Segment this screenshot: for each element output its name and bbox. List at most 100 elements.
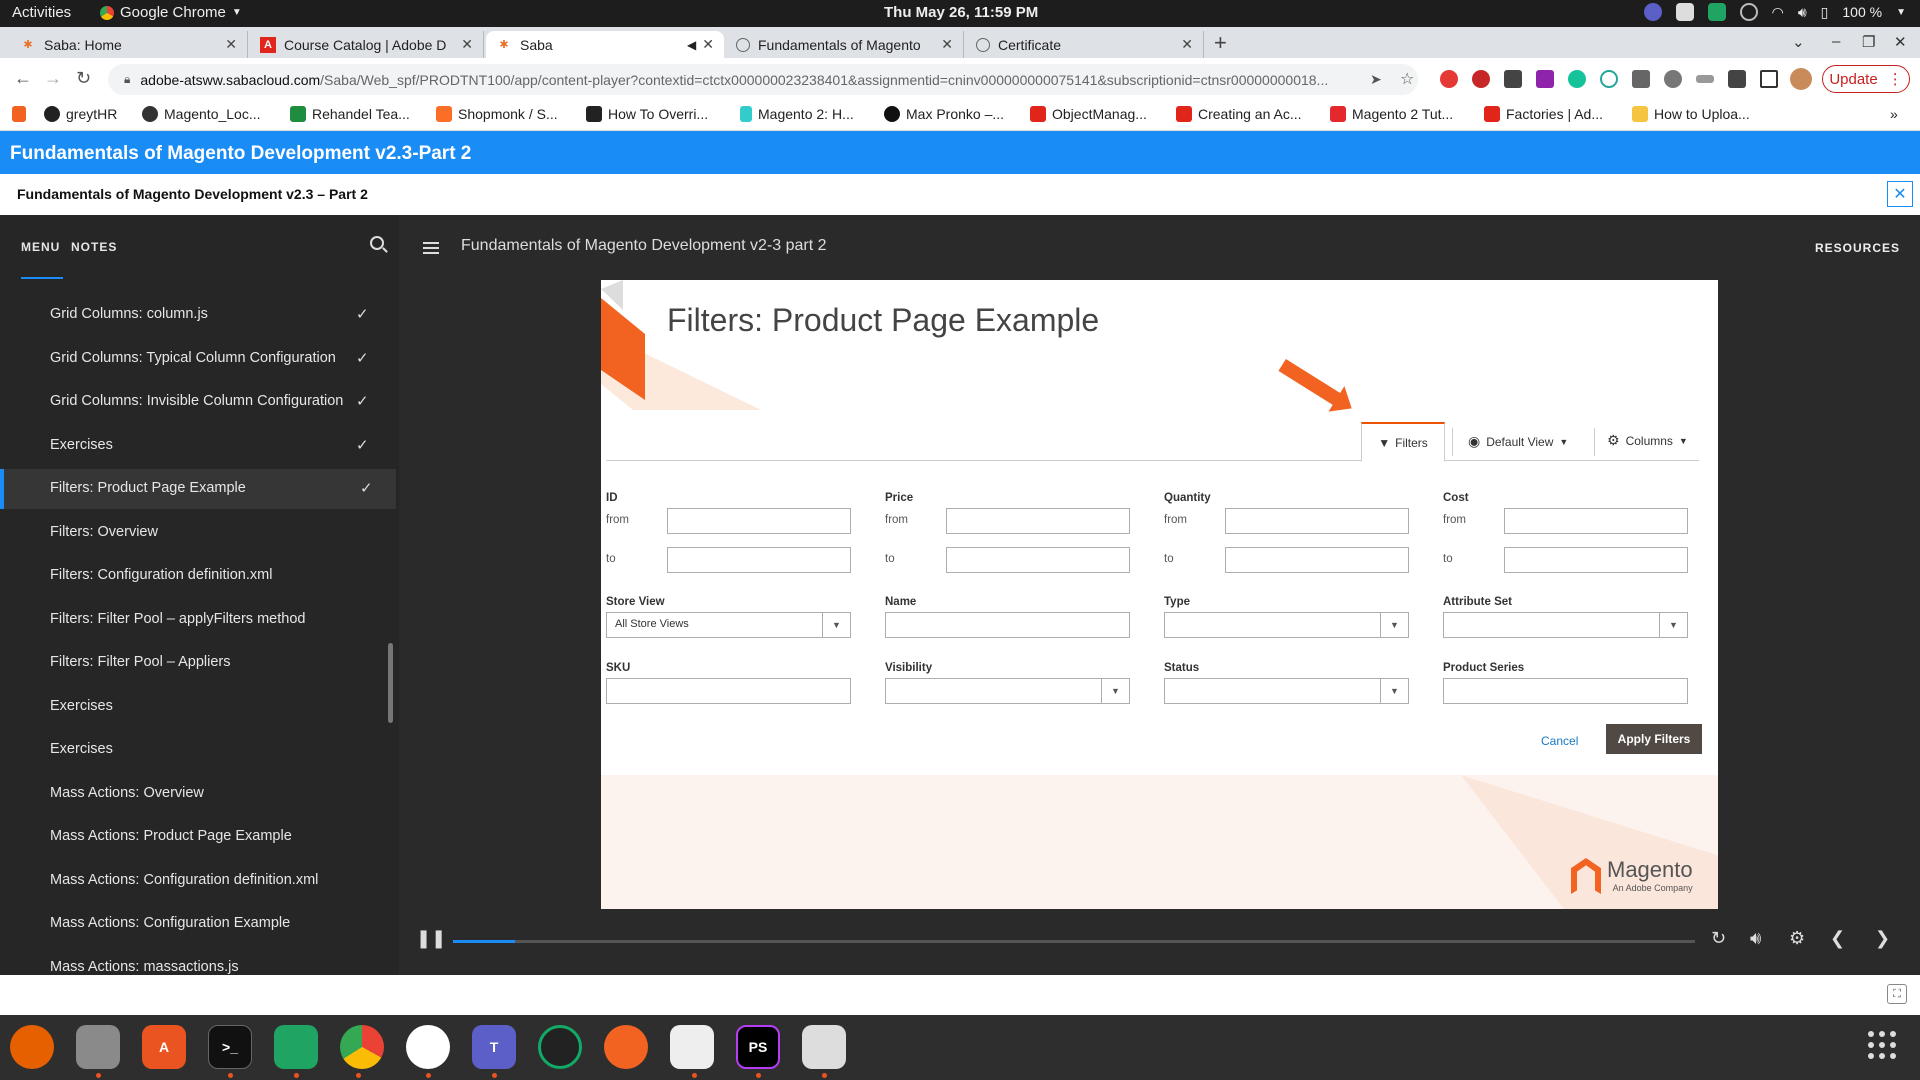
extension-icon[interactable] bbox=[1664, 70, 1682, 88]
screenshot-tool-icon[interactable] bbox=[802, 1025, 846, 1069]
close-tab-icon[interactable]: ✕ bbox=[702, 36, 714, 53]
sidebar-lesson-item[interactable]: Filters: Filter Pool – Appliers bbox=[0, 643, 396, 683]
activities-button[interactable]: Activities bbox=[12, 4, 71, 21]
puzzle-extensions-icon[interactable] bbox=[1728, 70, 1746, 88]
chat-tray-icon[interactable] bbox=[1707, 3, 1726, 21]
sidebar-lesson-item[interactable]: Mass Actions: Configuration Example bbox=[0, 904, 396, 944]
bookmark-item[interactable]: Magento 2 Tut... bbox=[1330, 106, 1453, 122]
sidebar-lesson-item[interactable]: Exercises bbox=[0, 687, 396, 727]
settings-gear-icon[interactable]: ⚙ bbox=[1789, 928, 1805, 949]
replay-icon[interactable]: ↻ bbox=[1711, 928, 1726, 949]
power-menu-icon[interactable]: ▼ bbox=[1896, 7, 1906, 18]
sidebar-lesson-item[interactable]: Filters: Product Page Example ✓ bbox=[0, 469, 396, 509]
tab-search-icon[interactable]: ⌄ bbox=[1792, 33, 1805, 51]
bookmark-item[interactable]: Rehandel Tea... bbox=[290, 106, 410, 122]
adblock-icon[interactable] bbox=[1472, 70, 1490, 88]
sidebar-lesson-item[interactable]: Mass Actions: Product Page Example bbox=[0, 817, 396, 857]
update-button[interactable]: Update ⋮ bbox=[1822, 65, 1910, 93]
browser-tab[interactable]: ✱ Saba: Home ✕ bbox=[10, 31, 248, 58]
side-panel-icon[interactable] bbox=[1760, 70, 1778, 88]
close-tab-icon[interactable]: ✕ bbox=[461, 36, 473, 53]
search-icon[interactable] bbox=[370, 236, 384, 250]
browser-tab[interactable]: A Course Catalog | Adobe D ✕ bbox=[250, 31, 484, 58]
sidebar-lesson-item[interactable]: Grid Columns: Invisible Column Configura… bbox=[0, 382, 396, 422]
maximize-window-button[interactable]: ❐ bbox=[1862, 33, 1875, 51]
sidebar-lesson-item[interactable]: Grid Columns: Typical Column Configurati… bbox=[0, 339, 396, 379]
sidebar-lesson-item[interactable]: Filters: Filter Pool – applyFilters meth… bbox=[0, 600, 396, 640]
forward-button[interactable]: → bbox=[44, 68, 62, 89]
bookmark-item[interactable]: How to Uploa... bbox=[1632, 106, 1750, 122]
camera-icon[interactable] bbox=[538, 1025, 582, 1069]
browser-tab[interactable]: Fundamentals of Magento ✕ bbox=[726, 31, 964, 58]
sidebar-lesson-item[interactable]: Mass Actions: massactions.js bbox=[0, 948, 396, 976]
address-bar[interactable]: 🔒︎ adobe-atsww.sabacloud.com/Saba/Web_sp… bbox=[108, 64, 1418, 95]
bookmark-item[interactable]: Magento 2: H... bbox=[740, 106, 854, 122]
sync-tray-icon[interactable] bbox=[1739, 3, 1758, 21]
postman-icon[interactable] bbox=[604, 1025, 648, 1069]
back-button[interactable]: ← bbox=[14, 68, 32, 89]
firefox-icon[interactable] bbox=[10, 1025, 54, 1069]
teams-tray-icon[interactable] bbox=[1643, 3, 1662, 21]
grammarly-icon[interactable] bbox=[1568, 70, 1586, 88]
slack-icon[interactable] bbox=[406, 1025, 450, 1069]
text-editor-icon[interactable] bbox=[670, 1025, 714, 1069]
phpstorm-icon[interactable]: PS bbox=[736, 1025, 780, 1069]
close-tab-icon[interactable]: ✕ bbox=[225, 36, 237, 53]
reload-button[interactable]: ↻ bbox=[76, 68, 91, 89]
new-tab-button[interactable]: + bbox=[1214, 30, 1227, 56]
fullscreen-icon[interactable]: ⛶ bbox=[1887, 984, 1907, 1004]
bookmarks-overflow-button[interactable]: » bbox=[1890, 106, 1898, 122]
browser-tab-active[interactable]: ✱ Saba ◀︎ ✕ bbox=[486, 31, 724, 58]
bookmark-star-icon[interactable]: ☆ bbox=[1400, 69, 1414, 89]
audio-playing-icon[interactable]: ◀︎ bbox=[687, 38, 696, 52]
volume-icon[interactable]: 🔊︎ bbox=[1750, 928, 1761, 949]
bookmark-item[interactable]: Max Pronko –... bbox=[884, 106, 1004, 122]
wifi-icon[interactable]: ◠ bbox=[1772, 4, 1784, 21]
close-tab-icon[interactable]: ✕ bbox=[1181, 36, 1193, 53]
sidebar-lesson-item[interactable]: Filters: Overview bbox=[0, 513, 396, 553]
show-applications-icon[interactable] bbox=[1868, 1031, 1896, 1059]
bookmark-item[interactable]: How To Overri... bbox=[586, 106, 708, 122]
google-chat-icon[interactable] bbox=[274, 1025, 318, 1069]
minimize-window-button[interactable]: – bbox=[1832, 33, 1840, 50]
sidebar-lesson-item[interactable]: Exercises ✓ bbox=[0, 426, 396, 466]
extension-icon[interactable] bbox=[1536, 70, 1554, 88]
system-tray[interactable]: ◠ 🔊︎ ▯ 100 % ▼ bbox=[1643, 3, 1906, 21]
close-window-button[interactable]: ✕ bbox=[1894, 33, 1907, 51]
sidebar-scrollbar[interactable] bbox=[388, 643, 393, 723]
bookmark-magento-icon[interactable] bbox=[12, 106, 26, 122]
app-menu[interactable]: Google Chrome ▼ bbox=[100, 4, 242, 21]
hamburger-menu-icon[interactable] bbox=[423, 242, 439, 257]
chrome-icon[interactable] bbox=[340, 1025, 384, 1069]
file-manager-icon[interactable] bbox=[76, 1025, 120, 1069]
sidebar-lesson-item[interactable]: Grid Columns: column.js ✓ bbox=[0, 295, 396, 335]
extension-icon[interactable] bbox=[1696, 75, 1714, 83]
sidebar-lesson-item[interactable]: Exercises bbox=[0, 730, 396, 770]
tab-notes[interactable]: NOTES bbox=[71, 240, 117, 254]
extension-icon[interactable] bbox=[1600, 70, 1618, 88]
lock-icon[interactable]: 🔒︎ bbox=[124, 72, 130, 87]
slack-tray-icon[interactable] bbox=[1675, 3, 1694, 21]
send-tab-icon[interactable]: ➤ bbox=[1370, 71, 1382, 88]
bookmark-item[interactable]: greytHR bbox=[44, 106, 117, 122]
sidebar-lesson-item[interactable]: Filters: Configuration definition.xml bbox=[0, 556, 396, 596]
sidebar-lesson-item[interactable]: Mass Actions: Overview bbox=[0, 774, 396, 814]
bookmark-item[interactable]: Shopmonk / S... bbox=[436, 106, 558, 122]
close-player-button[interactable]: ✕ bbox=[1887, 181, 1913, 207]
bookmark-item[interactable]: Creating an Ac... bbox=[1176, 106, 1302, 122]
sidebar-lesson-item[interactable]: Mass Actions: Configuration definition.x… bbox=[0, 861, 396, 901]
volume-icon[interactable]: 🔊︎ bbox=[1798, 4, 1807, 21]
bookmark-item[interactable]: ObjectManag... bbox=[1030, 106, 1147, 122]
software-center-icon[interactable]: A bbox=[142, 1025, 186, 1069]
close-tab-icon[interactable]: ✕ bbox=[941, 36, 953, 53]
browser-tab[interactable]: Certificate ✕ bbox=[966, 31, 1204, 58]
clock[interactable]: Thu May 26, 11:59 PM bbox=[884, 4, 1038, 21]
avatar[interactable] bbox=[1790, 68, 1812, 90]
teams-icon[interactable]: T bbox=[472, 1025, 516, 1069]
battery-icon[interactable]: ▯ bbox=[1821, 4, 1829, 21]
bookmark-item[interactable]: Factories | Ad... bbox=[1484, 106, 1603, 122]
bookmark-item[interactable]: Magento_Loc... bbox=[142, 106, 261, 122]
progress-bar[interactable] bbox=[453, 940, 1695, 943]
tab-menu[interactable]: MENU bbox=[21, 240, 60, 254]
resources-button[interactable]: RESOURCES bbox=[1815, 241, 1900, 255]
